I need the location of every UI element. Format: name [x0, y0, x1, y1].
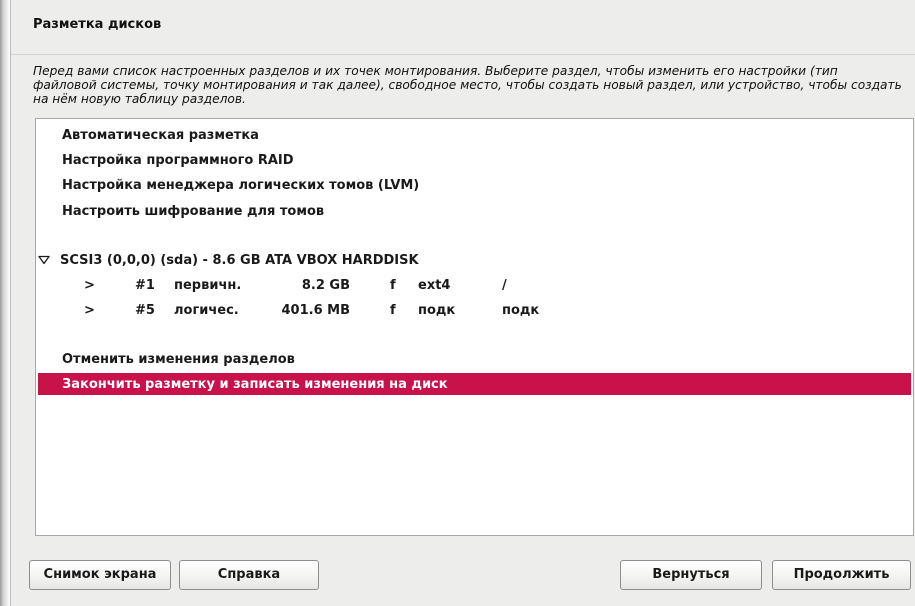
window-shadow — [0, 0, 10, 606]
continue-button[interactable]: Продолжить — [772, 560, 911, 590]
list-item-software-raid[interactable]: Настройка программного RAID — [38, 149, 911, 171]
list-item-undo-changes[interactable]: Отменить изменения разделов — [38, 348, 911, 370]
partition-number: #5 — [135, 303, 155, 318]
screenshot-button[interactable]: Снимок экрана — [29, 560, 171, 590]
list-item-label: Отменить изменения разделов — [62, 352, 295, 367]
partition-list[interactable]: Автоматическая разметка Настройка програ… — [35, 118, 914, 536]
partition-expand-marker: > — [84, 278, 95, 293]
partition-size: 8.2 GB — [301, 278, 350, 293]
installer-window: Разметка дисков Перед вами список настро… — [10, 0, 915, 606]
page-title: Разметка дисков — [33, 17, 162, 32]
list-item-encryption[interactable]: Настроить шифрование для томов — [38, 200, 911, 222]
partition-row-1[interactable]: > #1 первичн. 8.2 GB f ext4 / — [38, 274, 911, 296]
partition-number: #1 — [135, 278, 155, 293]
disk-label: SCSI3 (0,0,0) (sda) - 8.6 GB ATA VBOX HA… — [60, 253, 419, 268]
partition-filesystem: подк — [418, 303, 456, 318]
partition-format-flag: f — [390, 278, 396, 293]
partition-expand-marker: > — [84, 303, 95, 318]
list-item-label: Закончить разметку и записать изменения … — [62, 377, 448, 392]
screen: Разметка дисков Перед вами список настро… — [0, 0, 915, 606]
partition-row-5[interactable]: > #5 логичес. 401.6 MB f подк подк — [38, 299, 911, 321]
partition-filesystem: ext4 — [418, 278, 451, 293]
list-item-auto-partition[interactable]: Автоматическая разметка — [38, 124, 911, 146]
title-bar: Разметка дисков — [11, 0, 915, 55]
back-button[interactable]: Вернуться — [620, 560, 762, 590]
disk-row-sda[interactable]: SCSI3 (0,0,0) (sda) - 8.6 GB ATA VBOX HA… — [38, 249, 911, 271]
partition-format-flag: f — [390, 303, 396, 318]
partition-type: логичес. — [174, 303, 239, 318]
partition-mount-point: подк — [502, 303, 540, 318]
help-button[interactable]: Справка — [179, 560, 319, 590]
partition-type: первичн. — [174, 278, 242, 293]
instructions-text: Перед вами список настроенных разделов и… — [33, 64, 902, 106]
list-item-lvm[interactable]: Настройка менеджера логических томов (LV… — [38, 174, 911, 196]
list-item-label: Настроить шифрование для томов — [62, 204, 325, 219]
list-item-finish-partitioning[interactable]: Закончить разметку и записать изменения … — [38, 373, 911, 395]
list-item-label: Настройка программного RAID — [62, 153, 294, 168]
partition-size: 401.6 MB — [281, 303, 351, 318]
list-item-label: Настройка менеджера логических томов (LV… — [62, 178, 420, 193]
triangle-down-icon[interactable] — [38, 255, 50, 265]
partition-mount-point: / — [502, 278, 507, 293]
header-divider — [11, 54, 915, 55]
list-item-label: Автоматическая разметка — [62, 128, 259, 143]
